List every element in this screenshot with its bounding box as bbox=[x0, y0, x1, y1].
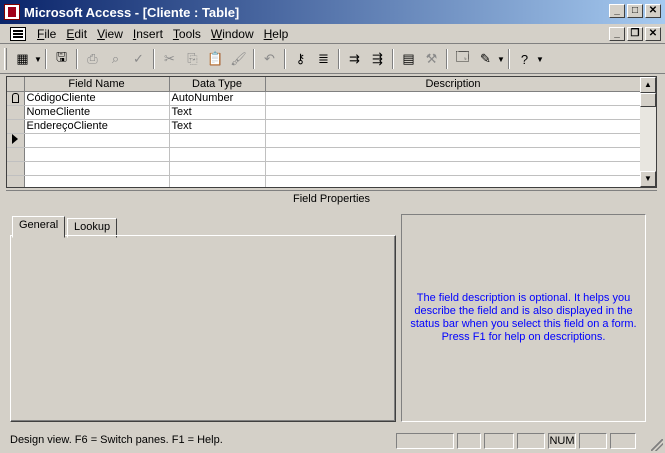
properties-icon[interactable]: ▤ bbox=[397, 48, 420, 70]
indexes-icon[interactable]: ≣ bbox=[312, 48, 335, 70]
table-row-empty[interactable] bbox=[7, 161, 642, 176]
status-panel bbox=[457, 433, 481, 449]
grid-header-row: Field Name Data Type Description bbox=[7, 77, 642, 92]
format-painter-icon[interactable]: 🖌 bbox=[227, 48, 250, 70]
column-header-field-name[interactable]: Field Name bbox=[24, 77, 170, 92]
table-design-grid[interactable]: Field Name Data Type Description CódigoC… bbox=[6, 76, 657, 188]
menu-view[interactable]: View bbox=[92, 27, 128, 41]
menu-tools[interactable]: Tools bbox=[168, 27, 206, 41]
new-object-dropdown-icon[interactable]: ▼ bbox=[497, 55, 505, 64]
copy-icon[interactable]: ⎘ bbox=[181, 48, 204, 70]
column-header-description[interactable]: Description bbox=[265, 77, 642, 92]
menu-edit[interactable]: Edit bbox=[61, 27, 92, 41]
view-dropdown-icon[interactable]: ▼ bbox=[34, 55, 42, 64]
current-row-selector[interactable] bbox=[7, 133, 25, 148]
doc-minimize-button[interactable]: _ bbox=[609, 27, 625, 41]
table-row[interactable]: CódigoCliente AutoNumber bbox=[7, 91, 642, 106]
menu-help[interactable]: Help bbox=[259, 27, 294, 41]
table-row[interactable]: NomeCliente Text bbox=[7, 105, 642, 120]
cut-icon[interactable]: ✂ bbox=[158, 48, 181, 70]
access-app-icon[interactable] bbox=[4, 4, 20, 20]
doc-restore-button[interactable]: ❐ bbox=[627, 27, 643, 41]
table-row-empty[interactable] bbox=[7, 175, 642, 187]
window-title: Microsoft Access - [Cliente : Table] bbox=[24, 4, 240, 20]
paste-icon[interactable]: 📋 bbox=[204, 48, 227, 70]
row-selector[interactable] bbox=[7, 91, 25, 106]
database-window-icon[interactable]: 🗔 bbox=[451, 48, 474, 70]
primary-key-icon bbox=[11, 92, 19, 103]
menu-window[interactable]: Window bbox=[206, 27, 259, 41]
status-panel bbox=[579, 433, 607, 449]
doc-close-button[interactable]: ✕ bbox=[645, 27, 661, 41]
title-bar: Microsoft Access - [Cliente : Table] _ □… bbox=[0, 0, 665, 24]
data-type-cell[interactable]: Text bbox=[169, 105, 266, 120]
table-document-icon[interactable] bbox=[10, 26, 26, 41]
help-icon[interactable]: ? bbox=[513, 48, 536, 70]
build-icon[interactable]: ⚒ bbox=[420, 48, 443, 70]
status-panel bbox=[610, 433, 636, 449]
status-bar: Design view. F6 = Switch panes. F1 = Hel… bbox=[0, 430, 665, 453]
toolbar-grip[interactable] bbox=[4, 48, 7, 70]
close-button[interactable]: ✕ bbox=[645, 4, 661, 18]
data-type-cell[interactable]: AutoNumber bbox=[169, 91, 266, 106]
view-icon[interactable]: ▦ bbox=[11, 48, 34, 70]
scroll-down-icon[interactable]: ▼ bbox=[640, 171, 656, 187]
delete-rows-icon[interactable]: ⇶ bbox=[366, 48, 389, 70]
save-icon[interactable]: 🖫 bbox=[50, 48, 73, 70]
description-cell[interactable] bbox=[265, 105, 642, 120]
tab-general[interactable]: General bbox=[12, 216, 66, 238]
toolbar: ▦ ▼ 🖫 ⎙ ⌕ ✓ ✂ ⎘ 📋 🖌 ↶ ⚷ ≣ ⇉ ⇶ ▤ ⚒ 🗔 ✎ ▼ ? ▼ bbox=[0, 45, 665, 74]
row-selector[interactable] bbox=[7, 119, 25, 134]
undo-icon[interactable]: ↶ bbox=[258, 48, 281, 70]
status-text: Design view. F6 = Switch panes. F1 = Hel… bbox=[10, 434, 223, 446]
status-panel bbox=[517, 433, 545, 449]
menu-insert[interactable]: Insert bbox=[128, 27, 168, 41]
primary-key-icon[interactable]: ⚷ bbox=[289, 48, 312, 70]
status-panel bbox=[484, 433, 514, 449]
print-preview-icon[interactable]: ⌕ bbox=[104, 48, 127, 70]
scroll-up-icon[interactable]: ▲ bbox=[640, 77, 656, 93]
general-tab-panel bbox=[10, 235, 396, 422]
minimize-button[interactable]: _ bbox=[609, 4, 625, 18]
field-name-cell[interactable]: CódigoCliente bbox=[24, 91, 170, 106]
num-lock-indicator: NUM bbox=[548, 433, 576, 449]
field-properties-pane: General Lookup bbox=[10, 216, 396, 422]
new-object-icon[interactable]: ✎ bbox=[474, 48, 497, 70]
status-panel bbox=[396, 433, 454, 449]
field-name-cell[interactable] bbox=[24, 133, 170, 148]
print-icon[interactable]: ⎙ bbox=[81, 48, 104, 70]
maximize-button[interactable]: □ bbox=[627, 4, 643, 18]
field-name-cell[interactable]: EndereçoCliente bbox=[24, 119, 170, 134]
row-selector[interactable] bbox=[7, 105, 25, 120]
table-row-empty[interactable] bbox=[7, 147, 642, 162]
menu-bar: File Edit View Insert Tools Window Help … bbox=[0, 24, 665, 44]
vertical-scrollbar[interactable]: ▲ ▼ bbox=[640, 77, 656, 187]
field-help-text: The field description is optional. It he… bbox=[410, 292, 637, 343]
row-selector-header[interactable] bbox=[7, 77, 25, 92]
insert-rows-icon[interactable]: ⇉ bbox=[343, 48, 366, 70]
description-cell[interactable] bbox=[265, 133, 642, 148]
current-row-arrow-icon bbox=[12, 133, 19, 144]
field-help-pane: The field description is optional. It he… bbox=[401, 214, 646, 422]
description-cell[interactable] bbox=[265, 91, 642, 106]
field-name-cell[interactable]: NomeCliente bbox=[24, 105, 170, 120]
menu-file[interactable]: File bbox=[32, 27, 61, 41]
spelling-icon[interactable]: ✓ bbox=[127, 48, 150, 70]
column-header-data-type[interactable]: Data Type bbox=[169, 77, 266, 92]
description-cell[interactable] bbox=[265, 119, 642, 134]
field-properties-header: Field Properties bbox=[6, 190, 657, 206]
table-row-new[interactable] bbox=[7, 133, 642, 148]
resize-grip[interactable] bbox=[651, 439, 663, 451]
scroll-thumb[interactable] bbox=[640, 93, 656, 107]
data-type-cell[interactable]: Text bbox=[169, 119, 266, 134]
data-type-cell[interactable] bbox=[169, 133, 266, 148]
table-row[interactable]: EndereçoCliente Text bbox=[7, 119, 642, 134]
help-dropdown-icon[interactable]: ▼ bbox=[536, 55, 544, 64]
